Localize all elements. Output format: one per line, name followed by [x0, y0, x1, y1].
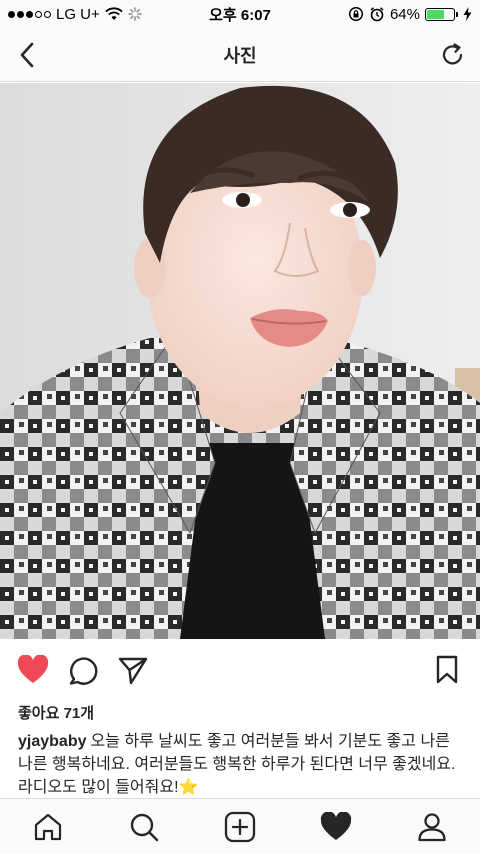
home-icon: [34, 813, 62, 840]
charging-bolt-icon: [463, 7, 472, 21]
status-right: 64%: [348, 6, 472, 23]
loading-spinner-icon: [128, 7, 142, 21]
post-caption: yjaybaby 오늘 하루 날씨도 좋고 여러분들 봐서 기분도 좋고 나른 나…: [18, 730, 464, 799]
likes-count[interactable]: 좋아요 71개: [18, 702, 94, 723]
tab-profile[interactable]: [412, 807, 452, 847]
carrier-label: LG U+: [56, 5, 100, 23]
alarm-clock-icon: [370, 7, 384, 22]
post-actions: [0, 639, 480, 701]
caption-username[interactable]: yjaybaby: [18, 733, 86, 750]
save-button[interactable]: [430, 653, 464, 687]
heart-filled-icon: [17, 655, 49, 683]
wifi-icon: [105, 7, 123, 20]
comment-icon: [69, 657, 98, 685]
activity-icon: [320, 811, 352, 840]
add-icon: [224, 811, 256, 842]
navigation-bar: 사진: [0, 28, 480, 82]
comment-button[interactable]: [66, 653, 100, 687]
tab-activity[interactable]: [316, 807, 356, 847]
status-bar: LG U+ 오후 6:07 64%: [0, 0, 480, 28]
back-button[interactable]: [12, 40, 42, 70]
bottom-tab-bar: [0, 798, 480, 854]
tab-search[interactable]: [124, 807, 164, 847]
battery-level-fill: [427, 9, 444, 19]
share-button[interactable]: [116, 653, 150, 687]
chevron-left-icon: [20, 42, 34, 67]
search-icon: [130, 813, 159, 841]
battery-icon: [425, 7, 458, 21]
send-icon: [118, 657, 148, 685]
signal-strength-icon: [8, 10, 51, 18]
profile-icon: [418, 812, 446, 841]
page-title: 사진: [223, 45, 257, 66]
tab-home[interactable]: [28, 807, 68, 847]
post-photo[interactable]: [0, 83, 480, 639]
tab-new-post[interactable]: [220, 807, 260, 847]
bookmark-icon: [436, 655, 458, 684]
refresh-icon: [442, 42, 463, 64]
battery-percent: 64%: [389, 5, 420, 23]
rotation-lock-icon: [348, 6, 364, 22]
status-left: LG U+: [8, 6, 142, 23]
like-button[interactable]: [16, 653, 50, 687]
selfie-photo: [0, 83, 480, 639]
refresh-button[interactable]: [438, 40, 468, 70]
